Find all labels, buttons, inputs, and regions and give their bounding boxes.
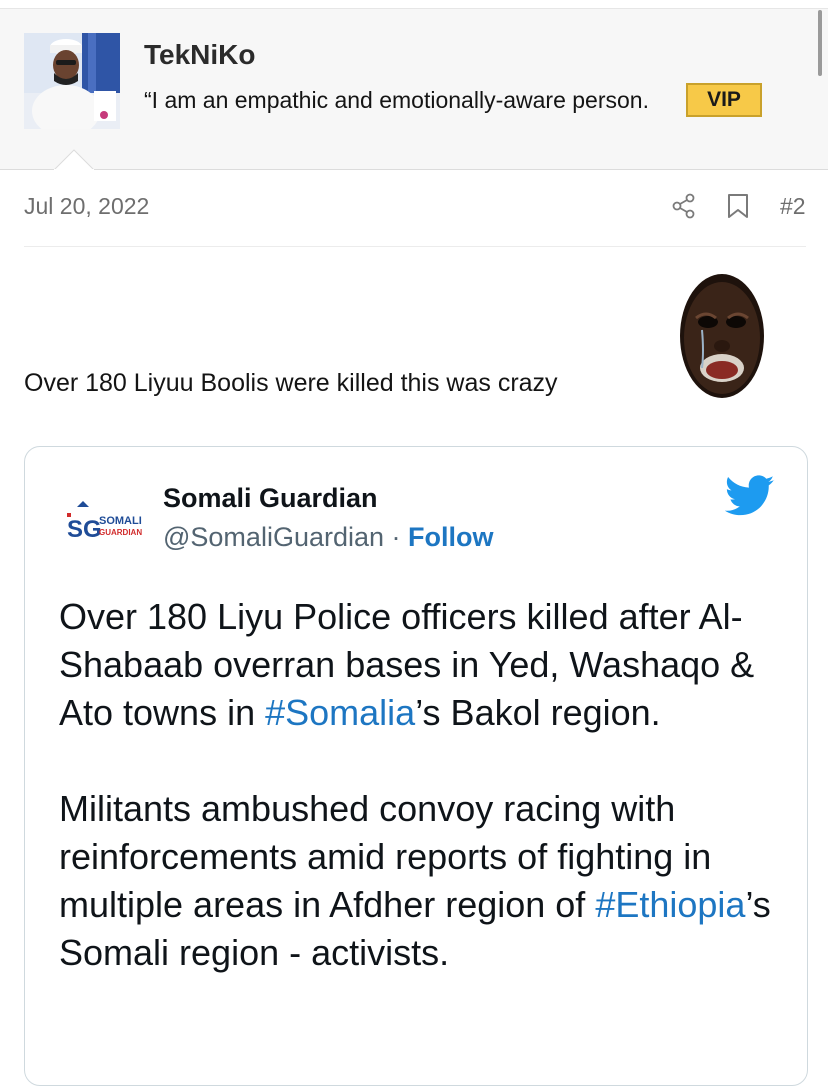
post-text: Over 180 Liyuu Boolis were killed this w… xyxy=(24,369,558,397)
header-pointer xyxy=(54,149,94,171)
scrollbar[interactable] xyxy=(818,10,822,76)
logo-letters: SG xyxy=(67,516,102,543)
divider xyxy=(24,246,806,247)
tweet-text-segment: ’s Bakol region. xyxy=(415,692,661,733)
follow-button[interactable]: Follow xyxy=(408,522,493,552)
post-number[interactable]: #2 xyxy=(780,193,806,220)
vip-badge: VIP xyxy=(686,83,762,117)
hashtag-somalia[interactable]: #Somalia xyxy=(265,692,415,733)
logo-text-top: SOMALI xyxy=(99,515,142,527)
handle-separator: · xyxy=(384,522,409,552)
username[interactable]: TekNiKo xyxy=(144,39,256,71)
avatar[interactable] xyxy=(24,33,120,129)
user-title: “I am an empathic and emotionally-aware … xyxy=(144,87,649,113)
post-date[interactable]: Jul 20, 2022 xyxy=(24,193,149,220)
tweet-handle[interactable]: @SomaliGuardian xyxy=(163,522,384,552)
tweet-text: Over 180 Liyu Police officers killed aft… xyxy=(59,593,789,1025)
crying-face-emoji xyxy=(678,272,766,400)
hashtag-ethiopia[interactable]: #Ethiopia xyxy=(595,884,745,925)
logo-text-bottom: GUARDIAN xyxy=(99,528,142,537)
bookmark-icon[interactable] xyxy=(727,193,749,219)
tweet-handle-row: @SomaliGuardian · Follow xyxy=(163,522,494,553)
tweet-paragraph-2: Militants ambushed convoy racing with re… xyxy=(59,785,789,977)
top-strip xyxy=(0,0,828,9)
twitter-bird-icon[interactable] xyxy=(724,475,775,517)
share-icon[interactable] xyxy=(672,193,696,219)
tweet-paragraph-1: Over 180 Liyu Police officers killed aft… xyxy=(59,593,789,737)
embedded-tweet[interactable]: SG SOMALI GUARDIAN Somali Guardian @Soma… xyxy=(24,446,808,1086)
tweet-author-name[interactable]: Somali Guardian xyxy=(163,483,378,514)
somali-guardian-logo[interactable]: SG SOMALI GUARDIAN xyxy=(63,497,153,547)
user-header: TekNiKo “I am an empathic and emotionall… xyxy=(0,9,828,171)
